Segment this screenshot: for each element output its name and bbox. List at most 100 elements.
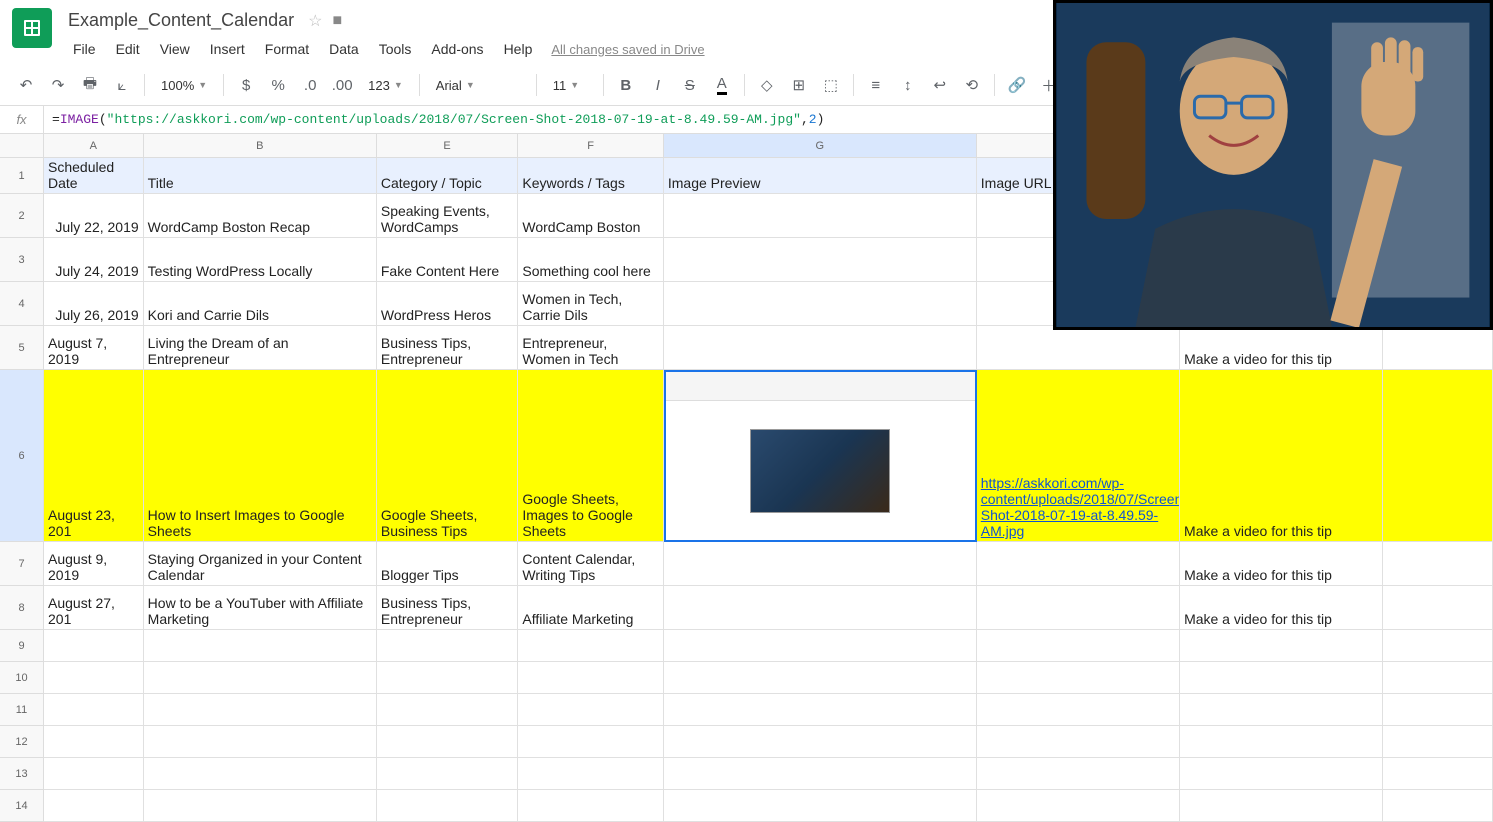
cell-J11[interactable]	[1383, 694, 1493, 726]
cell-B1[interactable]: Title	[144, 158, 377, 194]
cell-F1[interactable]: Keywords / Tags	[518, 158, 664, 194]
cell-G13[interactable]	[664, 758, 977, 790]
cell-F5[interactable]: Entrepreneur, Women in Tech	[518, 326, 664, 370]
number-format-select[interactable]: 123▼	[360, 71, 411, 99]
cell-B5[interactable]: Living the Dream of an Entrepreneur	[144, 326, 377, 370]
cell-F6[interactable]: Google Sheets, Images to Google Sheets	[518, 370, 664, 542]
fill-color-button[interactable]: ◇	[753, 71, 781, 99]
wrap-button[interactable]: ↩	[926, 71, 954, 99]
sheets-logo[interactable]	[12, 8, 52, 48]
menu-data[interactable]: Data	[320, 37, 368, 61]
cell-H13[interactable]	[977, 758, 1180, 790]
row-header-14[interactable]: 14	[0, 790, 44, 822]
cell-B2[interactable]: WordCamp Boston Recap	[144, 194, 377, 238]
col-header-A[interactable]: A	[44, 134, 144, 158]
cell-E4[interactable]: WordPress Heros	[377, 282, 519, 326]
cell-H9[interactable]	[977, 630, 1180, 662]
cell-G8[interactable]	[664, 586, 977, 630]
cell-B8[interactable]: How to be a YouTuber with Affiliate Mark…	[144, 586, 377, 630]
cell-H5[interactable]	[977, 326, 1180, 370]
doc-title[interactable]: Example_Content_Calendar	[64, 8, 298, 33]
row-header-3[interactable]: 3	[0, 238, 44, 282]
cell-H12[interactable]	[977, 726, 1180, 758]
cell-B4[interactable]: Kori and Carrie Dils	[144, 282, 377, 326]
cell-G1[interactable]: Image Preview	[664, 158, 977, 194]
cell-A3[interactable]: July 24, 2019	[44, 238, 144, 282]
percent-button[interactable]: %	[264, 71, 292, 99]
cell-G9[interactable]	[664, 630, 977, 662]
cell-E9[interactable]	[377, 630, 519, 662]
cell-A6[interactable]: August 23, 201	[44, 370, 144, 542]
font-select[interactable]: Arial▼	[428, 71, 528, 99]
cell-A4[interactable]: July 26, 2019	[44, 282, 144, 326]
cell-B11[interactable]	[144, 694, 377, 726]
select-all-corner[interactable]	[0, 134, 44, 158]
cell-E11[interactable]	[377, 694, 519, 726]
rotate-button[interactable]: ⟲	[958, 71, 986, 99]
cell-G6[interactable]	[664, 370, 977, 542]
row-header-4[interactable]: 4	[0, 282, 44, 326]
cell-H14[interactable]	[977, 790, 1180, 822]
cell-J14[interactable]	[1383, 790, 1493, 822]
cell-A13[interactable]	[44, 758, 144, 790]
currency-button[interactable]: $	[232, 71, 260, 99]
cell-F9[interactable]	[518, 630, 664, 662]
cell-B13[interactable]	[144, 758, 377, 790]
cell-E13[interactable]	[377, 758, 519, 790]
cell-E7[interactable]: Blogger Tips	[377, 542, 519, 586]
cell-G4[interactable]	[664, 282, 977, 326]
paint-format-button[interactable]: ⟀	[108, 71, 136, 99]
zoom-select[interactable]: 100%▼	[153, 71, 215, 99]
cell-J6[interactable]	[1383, 370, 1493, 542]
cell-F2[interactable]: WordCamp Boston	[518, 194, 664, 238]
cell-E14[interactable]	[377, 790, 519, 822]
cell-J12[interactable]	[1383, 726, 1493, 758]
cell-E1[interactable]: Category / Topic	[377, 158, 519, 194]
redo-button[interactable]: ↷	[44, 71, 72, 99]
cell-B7[interactable]: Staying Organized in your Content Calend…	[144, 542, 377, 586]
increase-decimal-button[interactable]: .00	[328, 71, 356, 99]
image-url-link[interactable]: https://askkori.com/wp-content/uploads/2…	[981, 475, 1180, 539]
cell-B10[interactable]	[144, 662, 377, 694]
cell-A10[interactable]	[44, 662, 144, 694]
row-header-8[interactable]: 8	[0, 586, 44, 630]
cell-B12[interactable]	[144, 726, 377, 758]
cell-E3[interactable]: Fake Content Here	[377, 238, 519, 282]
cell-A9[interactable]	[44, 630, 144, 662]
cell-F3[interactable]: Something cool here	[518, 238, 664, 282]
cell-A11[interactable]	[44, 694, 144, 726]
cell-I11[interactable]	[1180, 694, 1383, 726]
cell-F10[interactable]	[518, 662, 664, 694]
cell-I6[interactable]: Make a video for this tip	[1180, 370, 1383, 542]
cell-A12[interactable]	[44, 726, 144, 758]
cell-J8[interactable]	[1383, 586, 1493, 630]
print-button[interactable]: 🖶	[76, 71, 104, 99]
cell-J5[interactable]	[1383, 326, 1493, 370]
cell-A7[interactable]: August 9, 2019	[44, 542, 144, 586]
menu-format[interactable]: Format	[256, 37, 318, 61]
text-color-button[interactable]: A	[708, 71, 736, 99]
cell-E8[interactable]: Business Tips, Entrepreneur	[377, 586, 519, 630]
cell-H10[interactable]	[977, 662, 1180, 694]
menu-help[interactable]: Help	[495, 37, 542, 61]
cell-A8[interactable]: August 27, 201	[44, 586, 144, 630]
col-header-G[interactable]: G	[664, 134, 977, 158]
cell-H6[interactable]: https://askkori.com/wp-content/uploads/2…	[977, 370, 1180, 542]
cell-G7[interactable]	[664, 542, 977, 586]
cell-I10[interactable]	[1180, 662, 1383, 694]
cell-I5[interactable]: Make a video for this tip	[1180, 326, 1383, 370]
cell-F11[interactable]	[518, 694, 664, 726]
cell-A5[interactable]: August 7, 2019	[44, 326, 144, 370]
cell-F7[interactable]: Content Calendar, Writing Tips	[518, 542, 664, 586]
merge-button[interactable]: ⬚	[817, 71, 845, 99]
cell-B9[interactable]	[144, 630, 377, 662]
cell-H11[interactable]	[977, 694, 1180, 726]
cell-A14[interactable]	[44, 790, 144, 822]
cell-G2[interactable]	[664, 194, 977, 238]
cell-B6[interactable]: How to Insert Images to Google Sheets	[144, 370, 377, 542]
cell-F14[interactable]	[518, 790, 664, 822]
cell-F12[interactable]	[518, 726, 664, 758]
cell-B3[interactable]: Testing WordPress Locally	[144, 238, 377, 282]
menu-view[interactable]: View	[151, 37, 199, 61]
bold-button[interactable]: B	[612, 71, 640, 99]
